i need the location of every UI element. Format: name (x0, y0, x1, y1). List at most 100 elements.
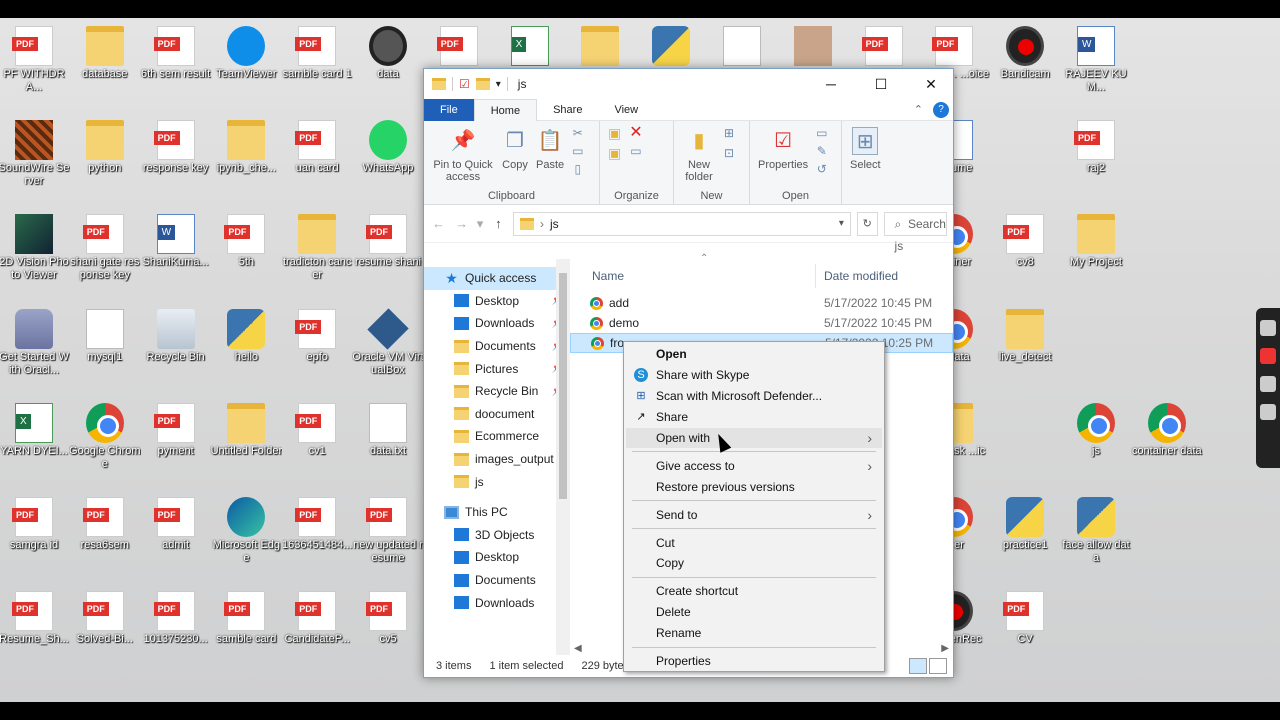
move-to-button[interactable]: ▣ ▣ (604, 125, 625, 188)
desktop-icon[interactable]: CandidateP... (281, 583, 353, 646)
desktop-icon[interactable] (423, 18, 495, 68)
address-dropdown-icon[interactable]: ▾ (839, 218, 844, 229)
menu-item[interactable]: Properties (626, 651, 882, 672)
menu-item[interactable]: Rename (626, 623, 882, 644)
desktop-icon[interactable]: resume shani (352, 206, 424, 269)
desktop-icon[interactable]: Get Started With Oracl... (0, 301, 70, 377)
capture-icon[interactable] (1260, 320, 1276, 336)
menu-item[interactable]: Open with › (626, 427, 882, 449)
menu-item[interactable]: Restore previous versions (626, 476, 882, 497)
tab-file[interactable]: File (424, 98, 474, 121)
desktop-icon[interactable]: ShaniKuma... (140, 206, 212, 269)
search-input[interactable]: ⌕ Search js (883, 211, 947, 253)
properties-button[interactable]: ☑ Properties (754, 125, 812, 188)
nav-item[interactable]: images_output (424, 448, 570, 471)
desktop-icon[interactable]: admit (140, 489, 212, 552)
file-row[interactable]: demo 5/17/2022 10:45 PM (570, 313, 953, 333)
menu-item[interactable]: Open (626, 344, 882, 365)
desktop-icon[interactable]: practice1 (989, 489, 1061, 552)
refresh-button[interactable]: ↻ (856, 211, 878, 236)
desktop-icon[interactable]: WhatsApp (352, 112, 424, 175)
desktop-icon[interactable]: face allow data (1060, 489, 1132, 565)
desktop-icon[interactable]: samble card 1 (281, 18, 353, 81)
desktop-icon[interactable]: python (69, 112, 141, 175)
scrollbar-thumb[interactable] (559, 273, 567, 499)
menu-item[interactable]: Delete (626, 602, 882, 623)
desktop-icon[interactable]: Untitled Folder (210, 395, 282, 458)
desktop-icon[interactable]: Oracle VM VirtualBox (352, 301, 424, 377)
quick-access-dropdown-icon[interactable]: ▾ (496, 79, 501, 90)
desktop-icon[interactable]: Google Chrome (69, 395, 141, 471)
menu-item[interactable]: Copy (626, 553, 882, 574)
desktop-icon[interactable]: cv5 (352, 583, 424, 646)
desktop-icon[interactable]: Recycle Bin (140, 301, 212, 364)
recent-dropdown-icon[interactable]: ▾ (476, 216, 484, 232)
forward-arrow-icon[interactable]: → (453, 216, 470, 231)
desktop-icon[interactable]: shani gate response key (69, 206, 141, 282)
maximize-button[interactable]: ☐ (859, 69, 903, 99)
desktop-icon[interactable]: tradicton cancer (281, 206, 353, 282)
nav-item[interactable]: Pictures📌 (424, 357, 570, 380)
desktop-icon[interactable]: new updated resume (352, 489, 424, 565)
gallery-icon[interactable] (1260, 376, 1276, 392)
menu-item[interactable]: Create shortcut (626, 581, 882, 602)
desktop-icon[interactable]: cv8 (989, 206, 1061, 269)
desktop-icon[interactable]: cv1 (281, 395, 353, 458)
desktop-icon[interactable]: My Project (1060, 206, 1132, 269)
help-icon[interactable]: ? (933, 101, 949, 118)
desktop-icon[interactable]: uan card (281, 112, 353, 175)
desktop-icon[interactable] (564, 18, 636, 68)
record-icon[interactable] (1260, 348, 1276, 364)
desktop-icon[interactable]: mysql1 (69, 301, 141, 364)
nav-item[interactable]: doocument (424, 403, 570, 426)
up-arrow-icon[interactable]: ↑ (490, 216, 507, 231)
back-arrow-icon[interactable]: ← (430, 216, 447, 231)
desktop-icon[interactable]: pyment (140, 395, 212, 458)
desktop-icon[interactable]: container data (1131, 395, 1203, 458)
desktop-icon[interactable] (777, 18, 849, 68)
desktop-icon[interactable]: Microsoft Edge (210, 489, 282, 565)
desktop-icon[interactable]: samble card (210, 583, 282, 646)
desktop-icon[interactable]: Bandicam (989, 18, 1061, 81)
cut-button[interactable]: ✂ ▭ ▯ (568, 125, 587, 188)
nav-item[interactable]: Desktop (424, 546, 570, 569)
desktop-icon[interactable]: TeamViewer (210, 18, 282, 81)
scroll-right-icon[interactable]: ▶ (941, 643, 949, 654)
nav-this-pc[interactable]: This PC (424, 501, 570, 524)
collapse-ribbon-icon[interactable]: ⌃ (914, 103, 923, 116)
nav-item[interactable]: Documents (424, 569, 570, 592)
new-folder-quick-icon[interactable] (475, 78, 490, 90)
desktop-icon[interactable]: 6th sem result (140, 18, 212, 81)
desktop-icon[interactable]: epfo (281, 301, 353, 364)
desktop-icon[interactable]: database (69, 18, 141, 81)
scroll-left-icon[interactable]: ◀ (574, 643, 582, 654)
tab-home[interactable]: Home (473, 98, 538, 121)
new-item-button[interactable]: ⊞ ⊡ (720, 125, 738, 188)
delete-button[interactable]: ✕ ▭ (625, 125, 646, 188)
close-button[interactable]: ✕ (909, 69, 953, 99)
desktop-icon[interactable]: live_detect (989, 301, 1061, 364)
nav-scrollbar[interactable] (556, 259, 570, 655)
menu-item[interactable]: Cut (626, 532, 882, 553)
menu-item[interactable]: Give access to › (626, 455, 882, 476)
copy-button[interactable]: ❐ Copy (498, 125, 532, 188)
title-bar[interactable]: ☑ ▾ js ─ ☐ ✕ (424, 69, 953, 99)
large-icons-view-button[interactable] (929, 658, 947, 674)
menu-item[interactable]: S Share with Skype (626, 365, 882, 386)
tab-view[interactable]: View (598, 99, 654, 121)
desktop-icon[interactable]: raj2 (1060, 112, 1132, 175)
menu-item[interactable]: ⊞ Scan with Microsoft Defender... (626, 386, 882, 407)
desktop-icon[interactable]: samgra id (0, 489, 70, 552)
desktop-icon[interactable]: 5th (210, 206, 282, 269)
desktop-icon[interactable]: data (352, 18, 424, 81)
minimize-button[interactable]: ─ (809, 69, 853, 99)
nav-quick-access[interactable]: ★ Quick access (424, 267, 570, 290)
properties-quick-icon[interactable]: ☑ (459, 77, 470, 91)
nav-item[interactable]: Documents📌 (424, 335, 570, 358)
desktop-icon[interactable]: Solved-Bi... (69, 583, 141, 646)
desktop-icon[interactable]: RAJEEV KUM... (1060, 18, 1132, 94)
desktop-icon[interactable]: ipynb_che... (210, 112, 282, 175)
desktop-icon[interactable]: PF WITHDRA... (0, 18, 70, 94)
desktop-icon[interactable]: data.txt (352, 395, 424, 458)
desktop-icon[interactable]: resa6sem (69, 489, 141, 552)
